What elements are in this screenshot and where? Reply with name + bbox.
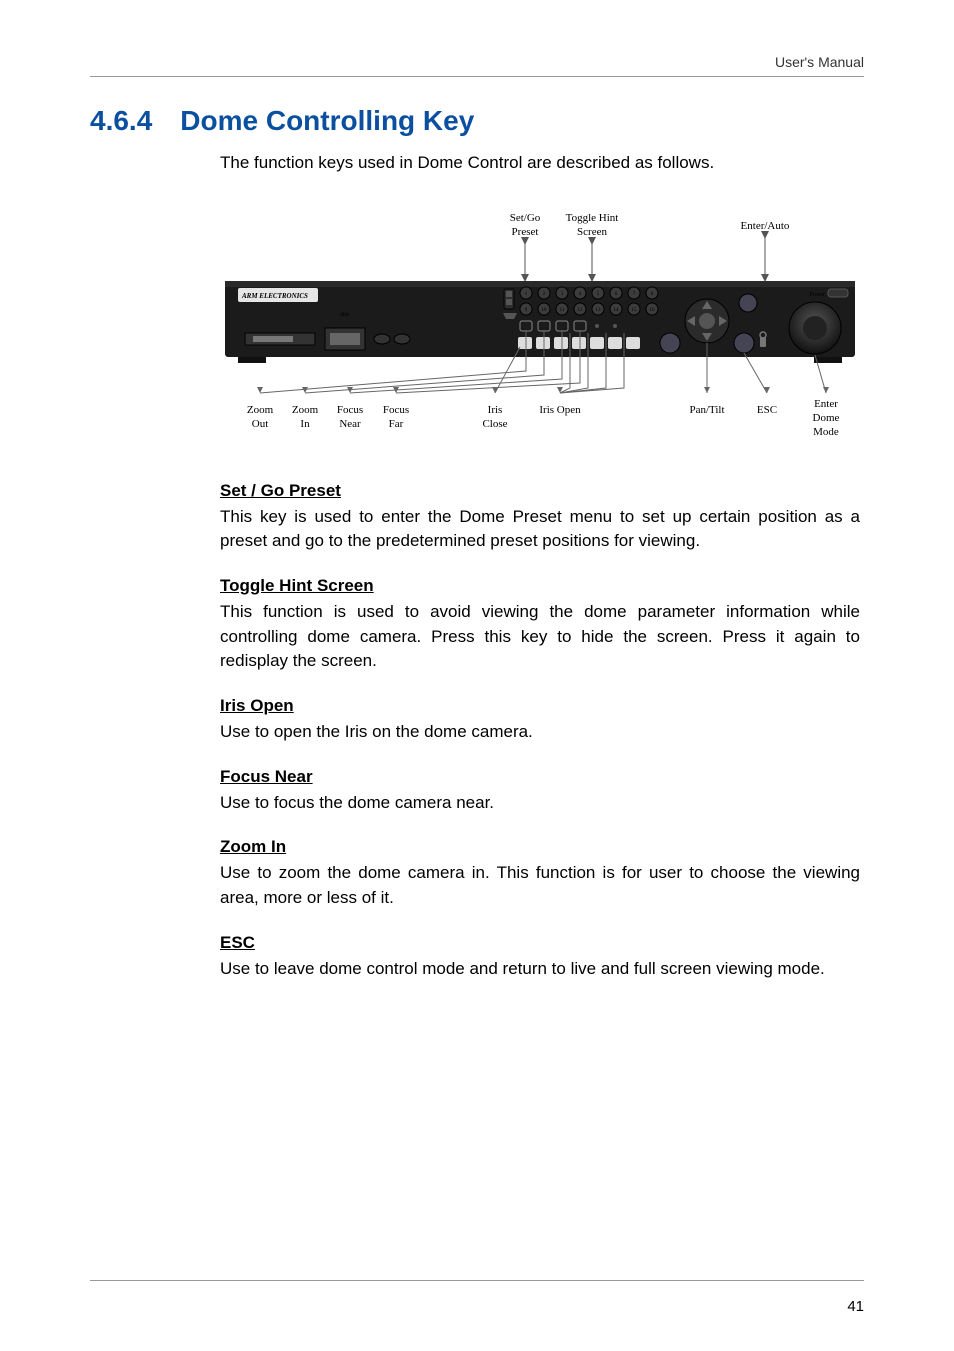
lbl-iris-close-2: Close <box>482 418 507 430</box>
sub-zoom-h: Zoom In <box>220 837 860 857</box>
page: User's Manual 4.6.4 Dome Controlling Key… <box>0 0 954 1351</box>
sub-set-go-h: Set / Go Preset <box>220 481 860 501</box>
bottom-labels: Zoom Out Zoom In Focus Near Focus Far Ir… <box>247 398 840 438</box>
device-body: ARM ELECTRONICS disc <box>225 281 855 363</box>
lbl-zoom-in-2: In <box>300 418 310 430</box>
sub-focus-h: Focus Near <box>220 767 860 787</box>
top-label-enter-auto: Enter/Auto <box>741 220 790 232</box>
sub-esc-b: Use to leave dome control mode and retur… <box>220 957 860 982</box>
content-column: The function keys used in Dome Control a… <box>220 151 860 981</box>
lbl-focus-near-2: Near <box>339 418 361 430</box>
lbl-zoom-out-1: Zoom <box>247 404 274 416</box>
svg-text:10: 10 <box>542 308 548 313</box>
label-set-go-l1: Set/Go <box>510 212 541 224</box>
intro-paragraph: The function keys used in Dome Control a… <box>220 151 860 175</box>
sub-toggle-b: This function is used to avoid viewing t… <box>220 600 860 674</box>
lbl-focus-far-1: Focus <box>383 404 409 416</box>
label-toggle-l2: Screen <box>577 226 607 238</box>
function-buttons <box>518 337 640 349</box>
call-button <box>660 333 680 353</box>
esc-button <box>734 333 754 353</box>
lbl-enter-dome-2: Dome <box>813 412 840 424</box>
svg-text:15: 15 <box>632 308 638 313</box>
sub-iris-h: Iris Open <box>220 696 860 716</box>
power-label: Power <box>810 292 825 298</box>
lbl-focus-near-1: Focus <box>337 404 363 416</box>
disc-label: disc <box>340 312 350 318</box>
svg-text:11: 11 <box>560 308 565 313</box>
lbl-enter-dome-1: Enter <box>814 398 838 410</box>
lbl-zoom-in-1: Zoom <box>292 404 319 416</box>
device-diagram-svg: Set/Go Preset Toggle Hint Screen Enter/A… <box>220 203 860 463</box>
label-toggle-l1: Toggle Hint <box>566 212 619 224</box>
lbl-zoom-out-2: Out <box>252 418 269 430</box>
sub-esc-h: ESC <box>220 933 860 953</box>
section-heading: 4.6.4 Dome Controlling Key <box>90 105 864 137</box>
label-set-go-l2: Preset <box>512 226 539 238</box>
bottom-rule <box>90 1280 864 1281</box>
label-enter-auto: Enter/Auto <box>741 220 790 232</box>
top-label-set-go: Set/Go Preset <box>510 212 541 238</box>
sub-zoom-b: Use to zoom the dome camera in. This fun… <box>220 861 860 910</box>
goto-dome-button <box>739 294 757 312</box>
dpad <box>685 299 729 343</box>
lbl-iris-close-1: Iris <box>488 404 503 416</box>
svg-text:12: 12 <box>578 308 584 313</box>
page-number: 41 <box>847 1298 864 1315</box>
sub-iris-b: Use to open the Iris on the dome camera. <box>220 720 860 745</box>
lbl-enter-dome-3: Mode <box>813 426 839 438</box>
brand-text: ARM ELECTRONICS <box>241 292 308 300</box>
sub-set-go-b: This key is used to enter the Dome Prese… <box>220 505 860 554</box>
running-head: User's Manual <box>90 54 864 70</box>
lbl-iris-open: Iris Open <box>539 404 581 416</box>
lbl-esc: ESC <box>757 404 777 416</box>
section-number: 4.6.4 <box>90 105 152 137</box>
svg-text:14: 14 <box>614 308 620 313</box>
device-figure: Set/Go Preset Toggle Hint Screen Enter/A… <box>220 203 860 463</box>
top-rule <box>90 76 864 77</box>
lbl-pan-tilt: Pan/Tilt <box>689 404 724 416</box>
sub-toggle-h: Toggle Hint Screen <box>220 576 860 596</box>
lbl-focus-far-2: Far <box>389 418 404 430</box>
top-label-toggle: Toggle Hint Screen <box>566 212 619 238</box>
section-title: Dome Controlling Key <box>180 105 474 137</box>
svg-text:13: 13 <box>596 308 602 313</box>
sub-focus-b: Use to focus the dome camera near. <box>220 791 860 816</box>
svg-text:16: 16 <box>650 308 656 313</box>
